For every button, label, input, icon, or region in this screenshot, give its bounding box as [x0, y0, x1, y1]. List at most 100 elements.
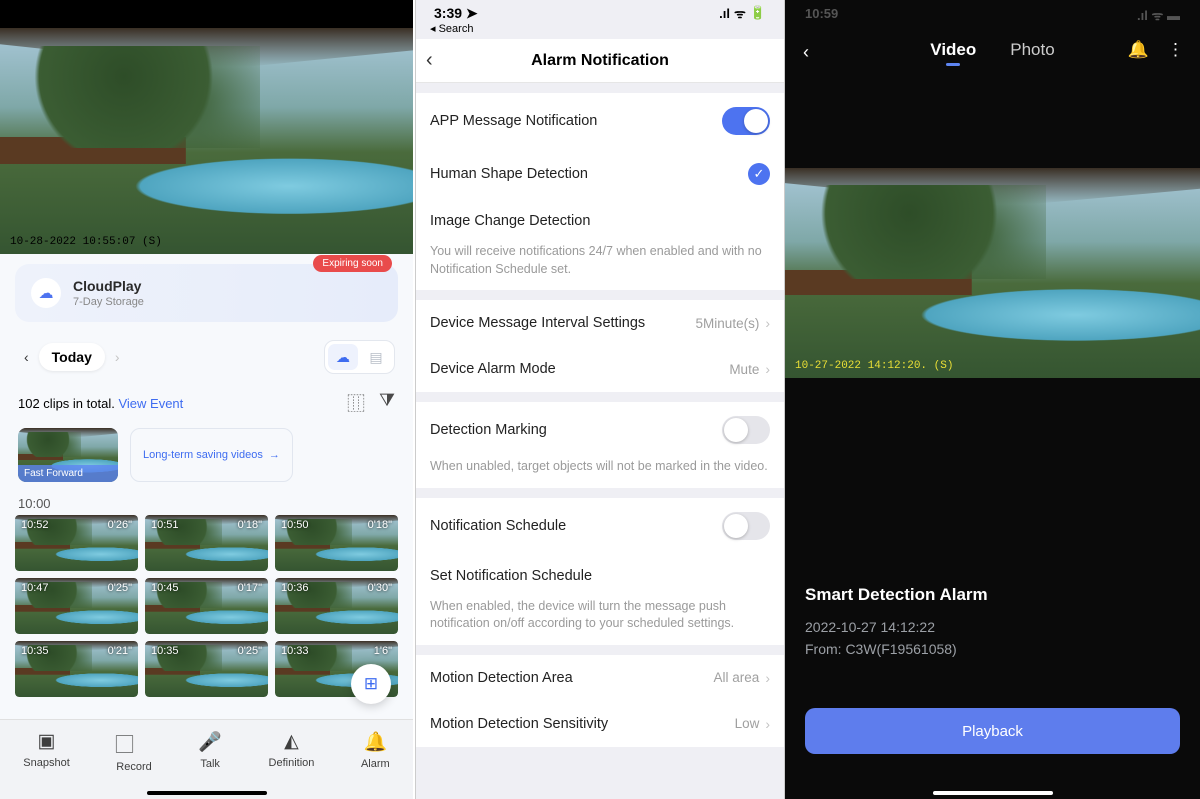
- camera-feed: 10-28-2022 10:55:07 (S): [0, 28, 413, 254]
- toggle-detection-marking[interactable]: [722, 416, 770, 444]
- battery-icon: 🔋: [750, 5, 766, 21]
- camera-icon: ▣: [38, 730, 56, 753]
- alarm-info: Smart Detection Alarm 2022-10-27 14:12:2…: [785, 559, 1200, 689]
- row-app-message-notification[interactable]: APP Message Notification: [416, 93, 784, 149]
- clips-total-text: 102 clips in total. View Event: [18, 396, 183, 411]
- source-toggle: ☁ ▤: [324, 340, 395, 374]
- help-detection-marking: When unabled, target objects will not be…: [416, 458, 784, 488]
- row-interval-settings[interactable]: Device Message Interval Settings 5Minute…: [416, 300, 784, 346]
- row-motion-detection-area[interactable]: Motion Detection Area All area›: [416, 655, 784, 701]
- status-time: 3:39 ➤: [434, 5, 478, 22]
- home-indicator[interactable]: [933, 791, 1053, 795]
- help-image-change: You will receive notifications 24/7 when…: [416, 243, 784, 290]
- clip-thumbnail[interactable]: 10:520'26": [15, 515, 138, 571]
- settings-header: ‹ Alarm Notification: [416, 39, 784, 83]
- playback-button[interactable]: Playback: [805, 708, 1180, 754]
- phone-middle-settings: 3:39 ➤ .ıl ᯤ 🔋 ◂ Search ‹ Alarm Notifica…: [415, 0, 785, 799]
- breadcrumb-search[interactable]: ◂ Search: [416, 22, 784, 35]
- record-button[interactable]: ⃞Record: [116, 730, 151, 773]
- back-button[interactable]: ‹: [426, 49, 433, 72]
- media-tabs: ‹ Video Photo 🔔 ⋮: [785, 30, 1200, 78]
- page-title: Alarm Notification: [531, 52, 669, 70]
- row-notification-schedule[interactable]: Notification Schedule: [416, 498, 784, 554]
- cloudplay-card[interactable]: ☁ CloudPlay 7-Day Storage Expiring soon: [15, 264, 398, 322]
- chevron-right-icon: ›: [765, 670, 770, 686]
- prev-day-button[interactable]: ‹: [18, 347, 35, 367]
- clip-thumbnail[interactable]: 10:510'18": [145, 515, 268, 571]
- bell-icon: 🔔: [363, 730, 387, 754]
- status-bar: 3:39 ➤ .ıl ᯤ 🔋: [416, 0, 784, 22]
- phone-right-alarm-detail: 10:59 .ıl ᯤ ▬ ‹ Video Photo 🔔 ⋮ 10-27-20…: [785, 0, 1200, 799]
- status-bar-blackout: [0, 0, 413, 28]
- source-sdcard-button[interactable]: ▤: [361, 344, 391, 370]
- long-term-saving-card[interactable]: Long-term saving videos →: [130, 428, 293, 482]
- chevron-right-icon: ›: [765, 716, 770, 732]
- mic-icon: 🎤: [198, 730, 222, 754]
- day-chip[interactable]: Today: [39, 343, 105, 371]
- clips-summary-row: 102 clips in total. View Event ⿲ ⧩: [18, 390, 395, 416]
- next-day-button[interactable]: ›: [109, 347, 126, 367]
- fast-forward-card[interactable]: Fast Forward: [18, 428, 118, 482]
- bell-icon[interactable]: 🔔: [1128, 40, 1149, 60]
- status-bar: 10:59 .ıl ᯤ ▬: [785, 0, 1200, 30]
- alarm-title: Smart Detection Alarm: [805, 585, 1180, 605]
- home-indicator[interactable]: [147, 791, 267, 795]
- snapshot-button[interactable]: ▣Snapshot: [23, 730, 69, 769]
- toggle-app-message[interactable]: [722, 107, 770, 135]
- day-selector-row: ‹ Today › ☁ ▤: [18, 340, 395, 374]
- cloudplay-subtitle: 7-Day Storage: [73, 296, 144, 308]
- cloudplay-title: CloudPlay: [73, 278, 144, 294]
- source-cloud-button[interactable]: ☁: [328, 344, 358, 370]
- more-icon[interactable]: ⋮: [1167, 40, 1184, 60]
- row-detection-marking[interactable]: Detection Marking: [416, 402, 784, 458]
- grid-layout-fab[interactable]: ⊞: [351, 664, 391, 704]
- status-time: 10:59: [805, 6, 838, 24]
- hour-header: 10:00: [18, 496, 395, 511]
- wifi-icon: ᯤ: [1152, 8, 1164, 23]
- chevron-right-icon: ›: [765, 315, 770, 331]
- clip-thumbnail[interactable]: 10:360'30": [275, 578, 398, 634]
- feed-timestamp: 10-28-2022 10:55:07 (S): [10, 236, 162, 248]
- wifi-icon: ᯤ: [734, 4, 746, 22]
- clip-thumbnail[interactable]: 10:500'18": [275, 515, 398, 571]
- tab-photo[interactable]: Photo: [1010, 40, 1054, 64]
- tab-video[interactable]: Video: [930, 40, 976, 64]
- feed-timestamp: 10-27-2022 14:12:20. (S): [795, 360, 953, 372]
- clip-thumbnail[interactable]: 10:350'25": [145, 641, 268, 697]
- clip-thumbnail[interactable]: 10:470'25": [15, 578, 138, 634]
- help-set-notif-schedule: When enabled, the device will turn the m…: [416, 598, 784, 645]
- alarm-clip-preview[interactable]: 10-27-2022 14:12:20. (S): [785, 168, 1200, 378]
- camera-feed: 10-27-2022 14:12:20. (S): [785, 168, 1200, 378]
- definition-button[interactable]: ◭Definition: [269, 730, 315, 769]
- back-button[interactable]: ‹: [803, 42, 809, 63]
- row-image-change-detection[interactable]: Image Change Detection: [416, 199, 784, 243]
- promo-row: Fast Forward Long-term saving videos →: [18, 428, 395, 482]
- chevron-right-icon: ›: [765, 361, 770, 377]
- cloud-upload-icon: ☁: [31, 278, 61, 308]
- live-view[interactable]: 10-28-2022 10:55:07 (S): [0, 0, 413, 254]
- location-icon: ➤: [466, 5, 478, 21]
- battery-icon: ▬: [1167, 8, 1180, 23]
- check-icon: ✓: [748, 163, 770, 185]
- clips-grid: 10:520'26" 10:510'18" 10:500'18" 10:470'…: [0, 515, 413, 697]
- signal-icon: .ıl: [1137, 8, 1148, 23]
- arrow-right-icon: →: [269, 448, 280, 462]
- row-alarm-mode[interactable]: Device Alarm Mode Mute›: [416, 346, 784, 392]
- definition-icon: ◭: [284, 730, 299, 753]
- row-human-shape-detection[interactable]: Human Shape Detection ✓: [416, 149, 784, 199]
- expiring-badge: Expiring soon: [313, 255, 392, 272]
- alarm-timestamp: 2022-10-27 14:12:22: [805, 619, 1180, 635]
- row-set-notification-schedule[interactable]: Set Notification Schedule: [416, 554, 784, 598]
- alarm-button[interactable]: 🔔Alarm: [361, 730, 390, 770]
- bottom-toolbar: ▣Snapshot ⃞Record 🎤Talk ◭Definition 🔔Ala…: [0, 719, 413, 799]
- view-event-link[interactable]: View Event: [118, 396, 183, 411]
- fast-forward-label: Fast Forward: [18, 465, 118, 482]
- clip-thumbnail[interactable]: 10:350'21": [15, 641, 138, 697]
- phone-left-timeline: 10-28-2022 10:55:07 (S) ☁ CloudPlay 7-Da…: [0, 0, 415, 799]
- clip-thumbnail[interactable]: 10:450'17": [145, 578, 268, 634]
- layout-icon[interactable]: ⿲: [347, 390, 365, 416]
- talk-button[interactable]: 🎤Talk: [198, 730, 222, 770]
- toggle-notif-schedule[interactable]: [722, 512, 770, 540]
- filter-icon[interactable]: ⧩: [379, 390, 395, 416]
- row-motion-detection-sensitivity[interactable]: Motion Detection Sensitivity Low›: [416, 701, 784, 747]
